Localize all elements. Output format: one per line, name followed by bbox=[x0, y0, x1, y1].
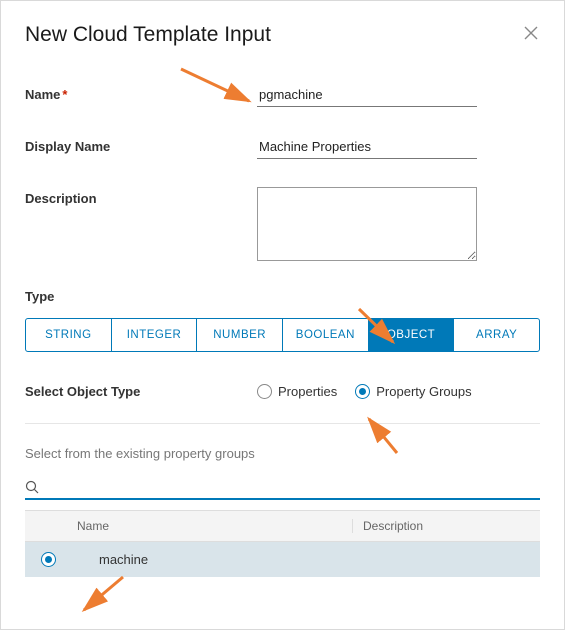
dialog-title: New Cloud Template Input bbox=[25, 23, 271, 47]
table-header-description: Description bbox=[353, 519, 540, 533]
search-input[interactable] bbox=[39, 479, 540, 494]
search-icon bbox=[25, 480, 39, 494]
object-type-label: Select Object Type bbox=[25, 384, 257, 399]
radio-properties[interactable]: Properties bbox=[257, 384, 337, 399]
display-name-label: Display Name bbox=[25, 135, 257, 154]
name-label: Name* bbox=[25, 83, 257, 102]
type-tab-integer[interactable]: INTEGER bbox=[112, 319, 198, 351]
divider bbox=[25, 423, 540, 424]
description-input[interactable] bbox=[257, 187, 477, 261]
radio-properties-label: Properties bbox=[278, 384, 337, 399]
close-icon[interactable] bbox=[522, 23, 540, 45]
radio-property-groups[interactable]: Property Groups bbox=[355, 384, 471, 399]
type-tab-array[interactable]: ARRAY bbox=[454, 319, 539, 351]
table-row[interactable]: machine bbox=[25, 542, 540, 577]
type-tabs: STRING INTEGER NUMBER BOOLEAN OBJECT ARR… bbox=[25, 318, 540, 352]
search-wrap[interactable] bbox=[25, 479, 540, 500]
type-tab-number[interactable]: NUMBER bbox=[197, 319, 283, 351]
type-tab-object[interactable]: OBJECT bbox=[369, 319, 455, 351]
type-tab-string[interactable]: STRING bbox=[26, 319, 112, 351]
table-header: Name Description bbox=[25, 510, 540, 542]
name-input[interactable] bbox=[257, 83, 477, 107]
display-name-input[interactable] bbox=[257, 135, 477, 159]
table-cell-name: machine bbox=[71, 552, 353, 567]
row-radio-icon[interactable] bbox=[41, 552, 56, 567]
radio-property-groups-label: Property Groups bbox=[376, 384, 471, 399]
pg-section-text: Select from the existing property groups bbox=[25, 446, 540, 461]
table-header-name: Name bbox=[71, 519, 353, 533]
type-tab-boolean[interactable]: BOOLEAN bbox=[283, 319, 369, 351]
description-label: Description bbox=[25, 187, 257, 206]
type-label: Type bbox=[25, 289, 540, 304]
